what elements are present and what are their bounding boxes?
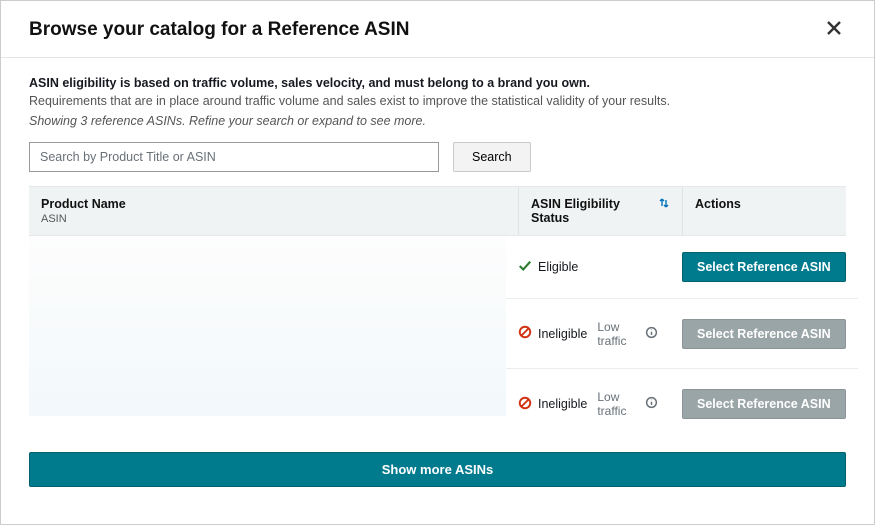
status-reason-label: Low traffic bbox=[597, 320, 641, 348]
forbidden-icon bbox=[518, 325, 532, 342]
results-count-text: Showing 3 reference ASINs. Refine your s… bbox=[29, 114, 846, 128]
status-cell: Ineligible Low traffic bbox=[506, 374, 670, 434]
actions-cell: Select Reference ASIN bbox=[670, 303, 858, 365]
select-reference-asin-button: Select Reference ASIN bbox=[682, 389, 846, 419]
eligibility-description: Requirements that are in place around tr… bbox=[29, 94, 846, 108]
show-more-asins-button[interactable]: Show more ASINs bbox=[29, 452, 846, 487]
actions-cell: Select Reference ASIN bbox=[670, 236, 858, 298]
column-header-actions: Actions bbox=[683, 187, 846, 235]
status-reason: Low traffic bbox=[597, 320, 658, 348]
column-header-product-label: Product Name bbox=[41, 197, 126, 211]
sort-icon bbox=[658, 197, 670, 212]
search-button[interactable]: Search bbox=[453, 142, 531, 172]
close-button[interactable] bbox=[822, 16, 846, 43]
status-label: Ineligible bbox=[538, 397, 587, 411]
table-row: Eligible Select Reference ASIN bbox=[506, 236, 858, 299]
search-row: Search bbox=[29, 142, 846, 172]
info-icon[interactable] bbox=[645, 326, 658, 342]
status-reason: Low traffic bbox=[597, 390, 658, 418]
search-input[interactable] bbox=[29, 142, 439, 172]
table-row: Ineligible Low traffic Select Reference … bbox=[506, 299, 858, 369]
column-header-actions-label: Actions bbox=[695, 197, 741, 211]
actions-cell: Select Reference ASIN bbox=[670, 373, 858, 435]
eligibility-heading: ASIN eligibility is based on traffic vol… bbox=[29, 76, 846, 90]
modal-title: Browse your catalog for a Reference ASIN bbox=[29, 19, 409, 41]
table-row: Ineligible Low traffic Select Reference … bbox=[506, 369, 858, 439]
modal-header: Browse your catalog for a Reference ASIN bbox=[1, 1, 874, 58]
forbidden-icon bbox=[518, 396, 532, 413]
column-header-product[interactable]: Product Name ASIN bbox=[29, 187, 519, 235]
status-label: Ineligible bbox=[538, 327, 587, 341]
asin-table: Product Name ASIN ASIN Eligibility Statu… bbox=[29, 186, 846, 439]
status-reason-label: Low traffic bbox=[597, 390, 641, 418]
product-preview-area bbox=[29, 236, 506, 416]
close-icon bbox=[826, 24, 842, 39]
status-cell: Ineligible Low traffic bbox=[506, 304, 670, 364]
reference-asin-modal: Browse your catalog for a Reference ASIN… bbox=[0, 0, 875, 525]
modal-body: ASIN eligibility is based on traffic vol… bbox=[1, 58, 874, 524]
check-icon bbox=[518, 259, 532, 276]
table-rows-right: Eligible Select Reference ASIN bbox=[506, 236, 858, 439]
status-label: Eligible bbox=[538, 260, 578, 274]
status-cell: Eligible bbox=[506, 243, 670, 292]
table-body: Eligible Select Reference ASIN bbox=[29, 236, 846, 439]
select-reference-asin-button: Select Reference ASIN bbox=[682, 319, 846, 349]
column-header-product-sub: ASIN bbox=[41, 213, 506, 225]
column-header-status-label: ASIN Eligibility Status bbox=[531, 197, 650, 225]
select-reference-asin-button[interactable]: Select Reference ASIN bbox=[682, 252, 846, 282]
table-header-row: Product Name ASIN ASIN Eligibility Statu… bbox=[29, 186, 846, 236]
info-icon[interactable] bbox=[645, 396, 658, 412]
column-header-status[interactable]: ASIN Eligibility Status bbox=[519, 187, 683, 235]
